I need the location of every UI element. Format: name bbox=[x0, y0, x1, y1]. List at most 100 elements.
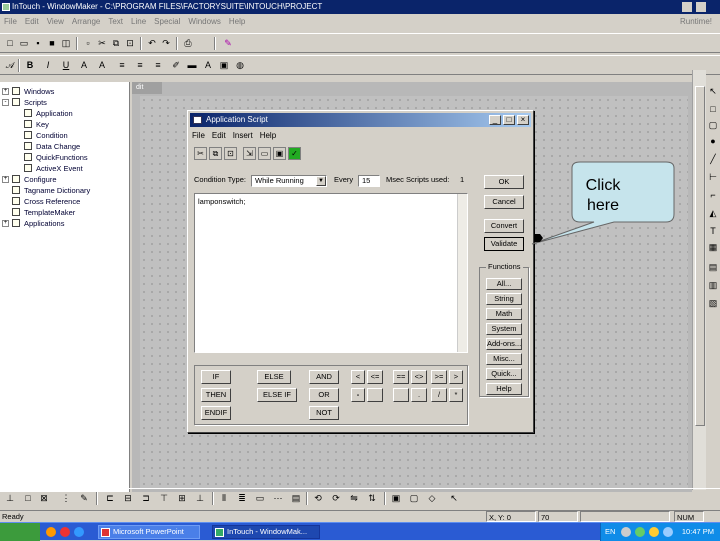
quicklaunch-icon[interactable] bbox=[74, 527, 84, 537]
keypad-not-button[interactable]: NOT bbox=[309, 406, 339, 420]
collapse-icon[interactable]: - bbox=[2, 99, 9, 106]
wizard-icon[interactable]: ✎ bbox=[222, 37, 234, 49]
keypad-greater-equal-button[interactable]: >= bbox=[431, 370, 447, 384]
minimize-button[interactable] bbox=[682, 2, 692, 12]
open-icon[interactable]: ▭ bbox=[18, 37, 30, 49]
new-icon[interactable]: □ bbox=[4, 37, 16, 49]
menu-windows[interactable]: Windows bbox=[188, 15, 220, 28]
condition-type-dropdown[interactable]: While Running ▼ bbox=[251, 175, 327, 187]
align-top-objects-icon[interactable]: ⊤ bbox=[158, 492, 170, 504]
bold-icon[interactable]: B bbox=[24, 59, 36, 71]
dialog-close-button[interactable]: × bbox=[517, 115, 529, 125]
keypad-dot-button[interactable]: . bbox=[411, 388, 427, 402]
keypad-blank-button-2[interactable] bbox=[393, 388, 409, 402]
keypad-else-if-button[interactable]: ELSE IF bbox=[257, 388, 297, 402]
menu-file[interactable]: File bbox=[4, 15, 17, 28]
pointer-icon[interactable]: ↖ bbox=[448, 492, 460, 504]
taskbar-item-intouch[interactable]: InTouch - WindowMak... bbox=[212, 525, 320, 539]
align-right-objects-icon[interactable]: ⊐ bbox=[140, 492, 152, 504]
keypad-less-greater-button[interactable]: <> bbox=[411, 370, 427, 384]
keypad-and-button[interactable]: AND bbox=[309, 370, 339, 384]
functions-math-button[interactable]: Math bbox=[486, 308, 522, 320]
wizard-tool-icon[interactable]: ▧ bbox=[708, 298, 718, 308]
button-tool-icon[interactable]: ▤ bbox=[708, 262, 718, 272]
font-size-up-icon[interactable]: A bbox=[78, 59, 90, 71]
ellipse-icon[interactable]: ● bbox=[708, 136, 718, 146]
close-icon[interactable]: ◫ bbox=[60, 37, 72, 49]
import-icon[interactable]: ⇲ bbox=[243, 147, 256, 160]
tray-icon-4[interactable] bbox=[663, 527, 673, 537]
align-center-icon[interactable]: ≡ bbox=[134, 59, 146, 71]
text-tool-icon[interactable]: T bbox=[708, 226, 718, 236]
functions-help-button[interactable]: Help bbox=[486, 383, 522, 395]
editor-scrollbar[interactable] bbox=[457, 194, 467, 352]
functions-addons-button[interactable]: Add-ons... bbox=[486, 338, 522, 350]
align-right-icon[interactable]: ≡ bbox=[152, 59, 164, 71]
expand-icon[interactable]: + bbox=[2, 220, 9, 227]
menu-line[interactable]: Line bbox=[131, 15, 146, 28]
menu-view[interactable]: View bbox=[47, 15, 64, 28]
keypad-minus-button[interactable]: - bbox=[351, 388, 365, 402]
paste-icon[interactable]: ⊡ bbox=[224, 147, 237, 160]
cut-icon[interactable]: ✂ bbox=[194, 147, 207, 160]
language-indicator[interactable]: EN bbox=[605, 523, 615, 541]
script-editor[interactable]: lamponswitch; bbox=[194, 193, 468, 353]
bitmap-icon[interactable]: ▦ bbox=[708, 242, 718, 252]
rotate-left-icon[interactable]: ⟲ bbox=[312, 492, 324, 504]
browser-icon[interactable] bbox=[46, 527, 56, 537]
runtime-menu[interactable]: Runtime! bbox=[680, 15, 712, 28]
functions-string-button[interactable]: String bbox=[486, 293, 522, 305]
keypad-if-button[interactable]: IF bbox=[201, 370, 231, 384]
window-icon[interactable]: ▫ bbox=[82, 37, 94, 49]
flip-horizontal-icon[interactable]: ⇋ bbox=[348, 492, 360, 504]
paint-icon[interactable]: ◍ bbox=[234, 59, 246, 71]
functions-misc-button[interactable]: Misc... bbox=[486, 353, 522, 365]
tray-icon-2[interactable] bbox=[635, 527, 645, 537]
every-input[interactable]: 15 bbox=[358, 175, 380, 187]
keypad-less-equal-button[interactable]: <= bbox=[367, 370, 383, 384]
align-left-icon[interactable]: ≡ bbox=[116, 59, 128, 71]
window-tab[interactable]: dit bbox=[132, 82, 162, 94]
window-color-icon[interactable]: ▣ bbox=[218, 59, 230, 71]
font-icon[interactable]: 𝒜 bbox=[4, 59, 16, 71]
text-color-icon[interactable]: A bbox=[202, 59, 214, 71]
select-pointer-icon[interactable]: ↖ bbox=[708, 86, 718, 96]
grid-toggle-icon[interactable]: ⋮ bbox=[60, 492, 72, 504]
menu-arrange[interactable]: Arrange bbox=[72, 15, 100, 28]
fill-color-icon[interactable]: ▬ bbox=[186, 59, 198, 71]
space-vertical-icon[interactable]: ≣ bbox=[236, 492, 248, 504]
menu-edit[interactable]: Edit bbox=[25, 15, 39, 28]
polyline-icon[interactable]: ⌐ bbox=[708, 190, 718, 200]
expand-icon[interactable]: + bbox=[2, 176, 9, 183]
script-text[interactable]: lamponswitch; bbox=[198, 197, 246, 206]
keypad-equals-button[interactable]: == bbox=[393, 370, 409, 384]
hv-line-icon[interactable]: ⊢ bbox=[708, 172, 718, 182]
maximize-button[interactable] bbox=[696, 2, 706, 12]
flip-vertical-icon[interactable]: ⇅ bbox=[366, 492, 378, 504]
rectangle-icon[interactable]: □ bbox=[708, 104, 718, 114]
rotate-right-icon[interactable]: ⟳ bbox=[330, 492, 342, 504]
font-size-down-icon[interactable]: A bbox=[96, 59, 108, 71]
menu-special[interactable]: Special bbox=[154, 15, 180, 28]
paste-icon[interactable]: ⊡ bbox=[124, 37, 136, 49]
break-cell-icon[interactable]: ⋯ bbox=[272, 492, 284, 504]
keypad-else-button[interactable]: ELSE bbox=[257, 370, 291, 384]
keypad-greater-than-button[interactable]: > bbox=[449, 370, 463, 384]
keypad-endif-button[interactable]: ENDIF bbox=[201, 406, 231, 420]
start-button[interactable] bbox=[0, 523, 40, 541]
copy-icon[interactable]: ⧉ bbox=[110, 37, 122, 49]
copy-icon[interactable]: ⧉ bbox=[209, 147, 222, 160]
expand-icon[interactable]: + bbox=[2, 88, 9, 95]
insert-tag-icon[interactable]: ✓ bbox=[288, 147, 301, 160]
save-all-icon[interactable]: ▪ bbox=[32, 37, 44, 49]
tray-icon-1[interactable] bbox=[621, 527, 631, 537]
align-bottom-objects-icon[interactable]: ⊥ bbox=[194, 492, 206, 504]
media-icon[interactable] bbox=[60, 527, 70, 537]
scrollbar-thumb[interactable] bbox=[695, 86, 705, 426]
space-horizontal-icon[interactable]: ⫴ bbox=[218, 492, 230, 504]
dialog-menu-help[interactable]: Help bbox=[260, 131, 276, 140]
group-icon[interactable]: ▤ bbox=[290, 492, 302, 504]
taskbar-item-powerpoint[interactable]: Microsoft PowerPoint bbox=[98, 525, 200, 539]
keypad-multiply-button[interactable]: * bbox=[449, 388, 463, 402]
vertical-scrollbar[interactable] bbox=[692, 70, 706, 490]
